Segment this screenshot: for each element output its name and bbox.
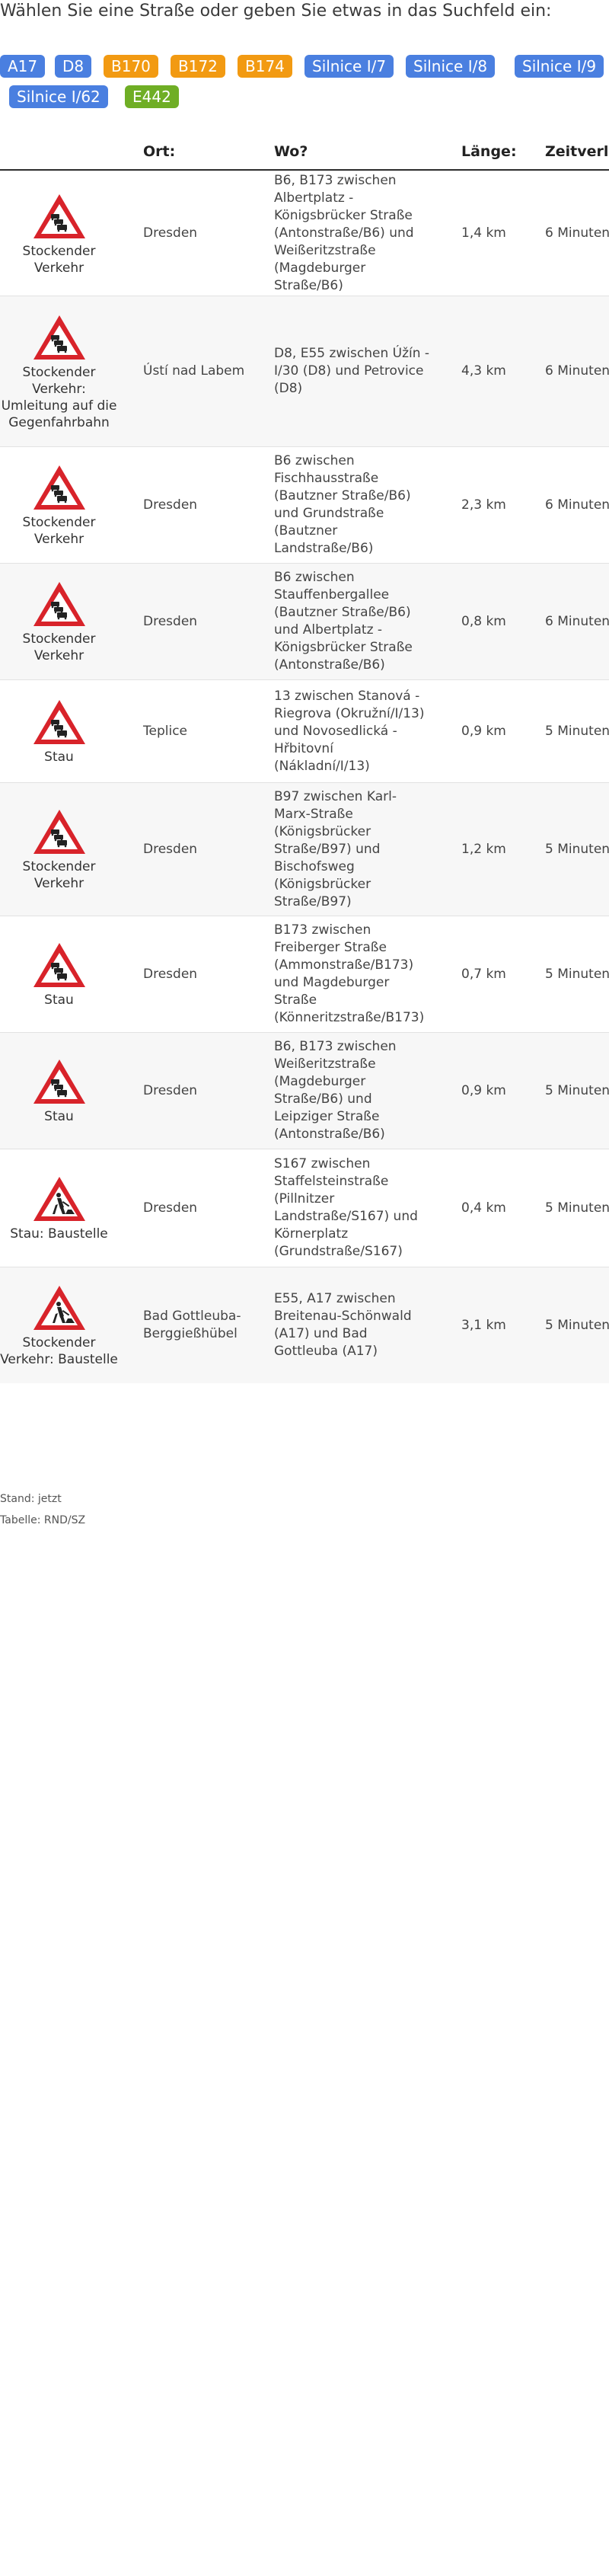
- location-cell: Teplice: [143, 723, 187, 739]
- header-ort: Ort:: [143, 143, 176, 160]
- delay-cell: 5 Minuten: [545, 1200, 609, 1216]
- delay-cell: 5 Minuten: [545, 1082, 609, 1098]
- where-cell: B6 zwischen Stauffenbergallee (Bautzner …: [274, 570, 413, 673]
- table-row: Stau: Baustelle Dresden S167 zwischen Staf…: [0, 1149, 609, 1267]
- chip-silnice-i7[interactable]: Silnice I/7: [304, 55, 394, 78]
- where-cell: B6, B173 zwischen Weißeritzstraße (Magde…: [274, 1039, 397, 1142]
- length-cell: 2,3 km: [461, 497, 506, 513]
- delay-cell: 5 Minuten: [545, 1317, 609, 1333]
- location-cell: Ústí nad Labem: [143, 363, 245, 379]
- footer-source: Tabelle: RND/SZ: [0, 1514, 86, 1526]
- delay-cell: 6 Minuten: [545, 497, 609, 513]
- where-cell: E55, A17 zwischen Breitenau-Schönwald (A…: [274, 1291, 412, 1359]
- incident-type-cell: Stockender Verkehr: Umleitung auf die Ge…: [0, 296, 118, 446]
- incident-type-cell: Stockender Verkehr: [0, 447, 118, 563]
- table-row: Stockender Verkehr Dresden B6 zwischen Sta…: [0, 563, 609, 679]
- where-cell: 13 zwischen Stanová - Riegrova (Okružní/…: [274, 688, 425, 774]
- location-cell: Dresden: [143, 1082, 198, 1098]
- delay-cell: 6 Minuten: [545, 363, 609, 379]
- traffic-jam-icon: [33, 193, 85, 238]
- incident-type-cell: Stau: [0, 916, 118, 1032]
- table-row: Stockender Verkehr Dresden B97 zwischen Ka…: [0, 782, 609, 916]
- table-row: Stockender Verkehr: Baustelle Bad Gottleu…: [0, 1267, 609, 1383]
- table-row: Stau Dresden B173 zwischen Freiberger Stra…: [0, 916, 609, 1032]
- location-cell: Dresden: [143, 497, 198, 513]
- location-cell: Bad Gottleuba-Berggießhübel: [143, 1309, 241, 1341]
- delay-cell: 6 Minuten: [545, 613, 609, 629]
- delay-cell: 5 Minuten: [545, 723, 609, 739]
- chip-b172[interactable]: B172: [171, 55, 225, 78]
- where-cell: B97 zwischen Karl-Marx-Straße (Königsbrü…: [274, 788, 397, 909]
- table-header: Ort: Wo? Länge: Zeitverlu: [0, 136, 609, 171]
- table-row: Stockender Verkehr: Umleitung auf die Ge…: [0, 296, 609, 446]
- chip-e442[interactable]: E442: [125, 85, 179, 108]
- length-cell: 1,4 km: [461, 225, 506, 241]
- incident-type-label: Stockender Verkehr: [22, 631, 96, 663]
- delay-cell: 5 Minuten: [545, 841, 609, 857]
- location-cell: Dresden: [143, 613, 198, 629]
- location-cell: Dresden: [143, 841, 198, 857]
- chip-silnice-i9[interactable]: Silnice I/9: [515, 55, 604, 78]
- traffic-jam-icon: [33, 943, 85, 987]
- where-cell: B6, B173 zwischen Albertplatz - Königsbr…: [274, 173, 414, 293]
- length-cell: 0,9 km: [461, 723, 506, 739]
- header-zeitverlust: Zeitverlu: [545, 143, 609, 160]
- footer-stand: Stand: jetzt: [0, 1493, 62, 1505]
- incident-type-cell: Stau: [0, 1033, 118, 1149]
- where-cell: B6 zwischen Fischhausstraße (Bautzner St…: [274, 453, 411, 556]
- incident-type-cell: Stockender Verkehr: [0, 783, 118, 916]
- length-cell: 0,4 km: [461, 1200, 506, 1216]
- table-row: Stockender Verkehr Dresden B6 zwischen Fis…: [0, 446, 609, 563]
- traffic-jam-icon: [33, 465, 85, 510]
- location-cell: Dresden: [143, 225, 198, 241]
- chip-b174[interactable]: B174: [238, 55, 292, 78]
- roadworks-icon: [33, 1286, 85, 1330]
- search-prompt: Wählen Sie eine Straße oder geben Sie et…: [0, 2, 552, 21]
- location-cell: Dresden: [143, 1200, 198, 1216]
- incident-type-label: Stockender Verkehr: Baustelle: [0, 1335, 118, 1367]
- delay-cell: 6 Minuten: [545, 225, 609, 241]
- traffic-jam-icon: [33, 700, 85, 744]
- header-laenge: Länge:: [461, 143, 517, 160]
- incident-type-cell: Stockender Verkehr: [0, 171, 118, 296]
- length-cell: 0,9 km: [461, 1082, 506, 1098]
- roadworks-icon: [33, 1177, 85, 1221]
- incident-type-label: Stau: [44, 992, 74, 1008]
- incident-type-label: Stockender Verkehr: Umleitung auf die Ge…: [1, 364, 117, 430]
- length-cell: 0,8 km: [461, 613, 506, 629]
- incident-type-label: Stau: [44, 749, 74, 765]
- chip-silnice-i62[interactable]: Silnice I/62: [9, 85, 108, 108]
- incident-type-label: Stau: [44, 1109, 74, 1124]
- traffic-jam-icon: [33, 810, 85, 854]
- traffic-jam-icon: [33, 315, 85, 360]
- where-cell: S167 zwischen Staffelsteinstraße (Pillni…: [274, 1156, 418, 1259]
- incident-type-label: Stau: Baustelle: [10, 1226, 108, 1242]
- chip-d8[interactable]: D8: [55, 55, 92, 78]
- incident-type-label: Stockender Verkehr: [22, 859, 96, 891]
- chip-a17[interactable]: A17: [0, 55, 46, 78]
- length-cell: 3,1 km: [461, 1317, 506, 1333]
- location-cell: Dresden: [143, 966, 198, 982]
- incident-type-cell: Stau: [0, 680, 118, 782]
- header-wo: Wo?: [274, 143, 308, 160]
- table-row: Stau Dresden B6, B173 zwischen Weißeritzst…: [0, 1032, 609, 1149]
- incident-type-label: Stockender Verkehr: [22, 243, 96, 276]
- length-cell: 1,2 km: [461, 841, 506, 857]
- incident-type-cell: Stockender Verkehr: Baustelle: [0, 1267, 118, 1383]
- table-row: Stockender Verkehr Dresden B6, B173 zwisch…: [0, 171, 609, 296]
- incident-type-cell: Stockender Verkehr: [0, 564, 118, 679]
- length-cell: 0,7 km: [461, 966, 506, 982]
- table-row: Stau Teplice 13 zwischen Stanová - Riegrov…: [0, 679, 609, 782]
- where-cell: D8, E55 zwischen Úžín - I/30 (D8) und Pe…: [274, 346, 430, 396]
- where-cell: B173 zwischen Freiberger Straße (Ammonst…: [274, 922, 425, 1025]
- chip-silnice-i8[interactable]: Silnice I/8: [406, 55, 496, 78]
- traffic-jam-icon: [33, 1059, 85, 1104]
- chip-b170[interactable]: B170: [104, 55, 158, 78]
- length-cell: 4,3 km: [461, 363, 506, 379]
- incident-type-label: Stockender Verkehr: [22, 515, 96, 547]
- incident-type-cell: Stau: Baustelle: [0, 1149, 118, 1267]
- delay-cell: 5 Minuten: [545, 966, 609, 982]
- traffic-jam-icon: [33, 582, 85, 626]
